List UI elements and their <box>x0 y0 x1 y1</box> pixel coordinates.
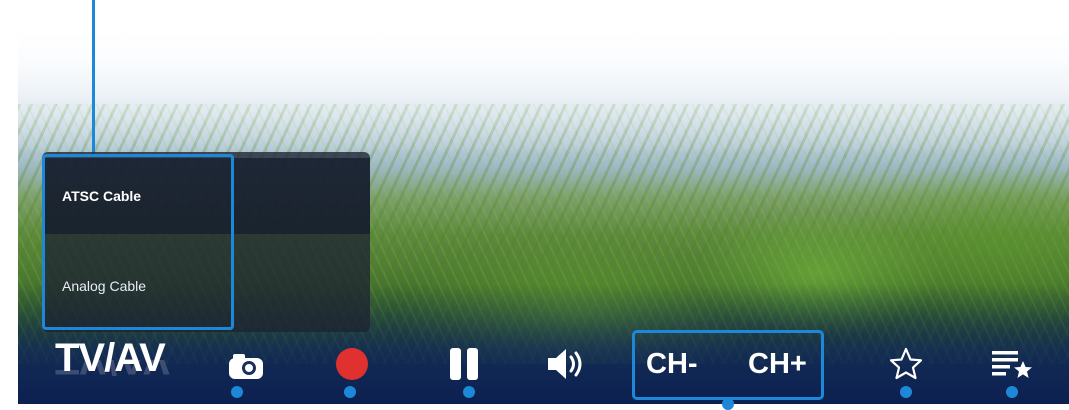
camera-icon <box>229 354 263 379</box>
favorite-button[interactable] <box>886 344 926 384</box>
favorites-list-button[interactable] <box>988 344 1036 384</box>
pause-icon <box>450 348 478 380</box>
callout-dot-snapshot <box>231 386 243 398</box>
channel-up-button[interactable]: CH+ <box>748 348 807 381</box>
favorites-list-icon <box>992 351 1032 378</box>
callout-dot-favorite <box>900 386 912 398</box>
callout-dot-record <box>344 386 356 398</box>
volume-icon <box>548 349 582 379</box>
callout-line-source-menu <box>92 0 95 154</box>
callout-dot-favorites-list <box>1006 386 1018 398</box>
snapshot-button[interactable] <box>224 346 268 386</box>
source-menu-highlight <box>42 154 234 330</box>
callout-dot-pause <box>463 386 475 398</box>
tv-av-reflection: TV/AV <box>55 360 170 382</box>
record-icon <box>336 348 368 380</box>
callout-dot-channel <box>722 398 734 410</box>
star-icon <box>889 347 923 380</box>
channel-down-button[interactable]: CH- <box>646 348 698 381</box>
pause-button[interactable] <box>444 344 484 384</box>
record-button[interactable] <box>332 344 372 384</box>
volume-button[interactable] <box>544 344 588 384</box>
